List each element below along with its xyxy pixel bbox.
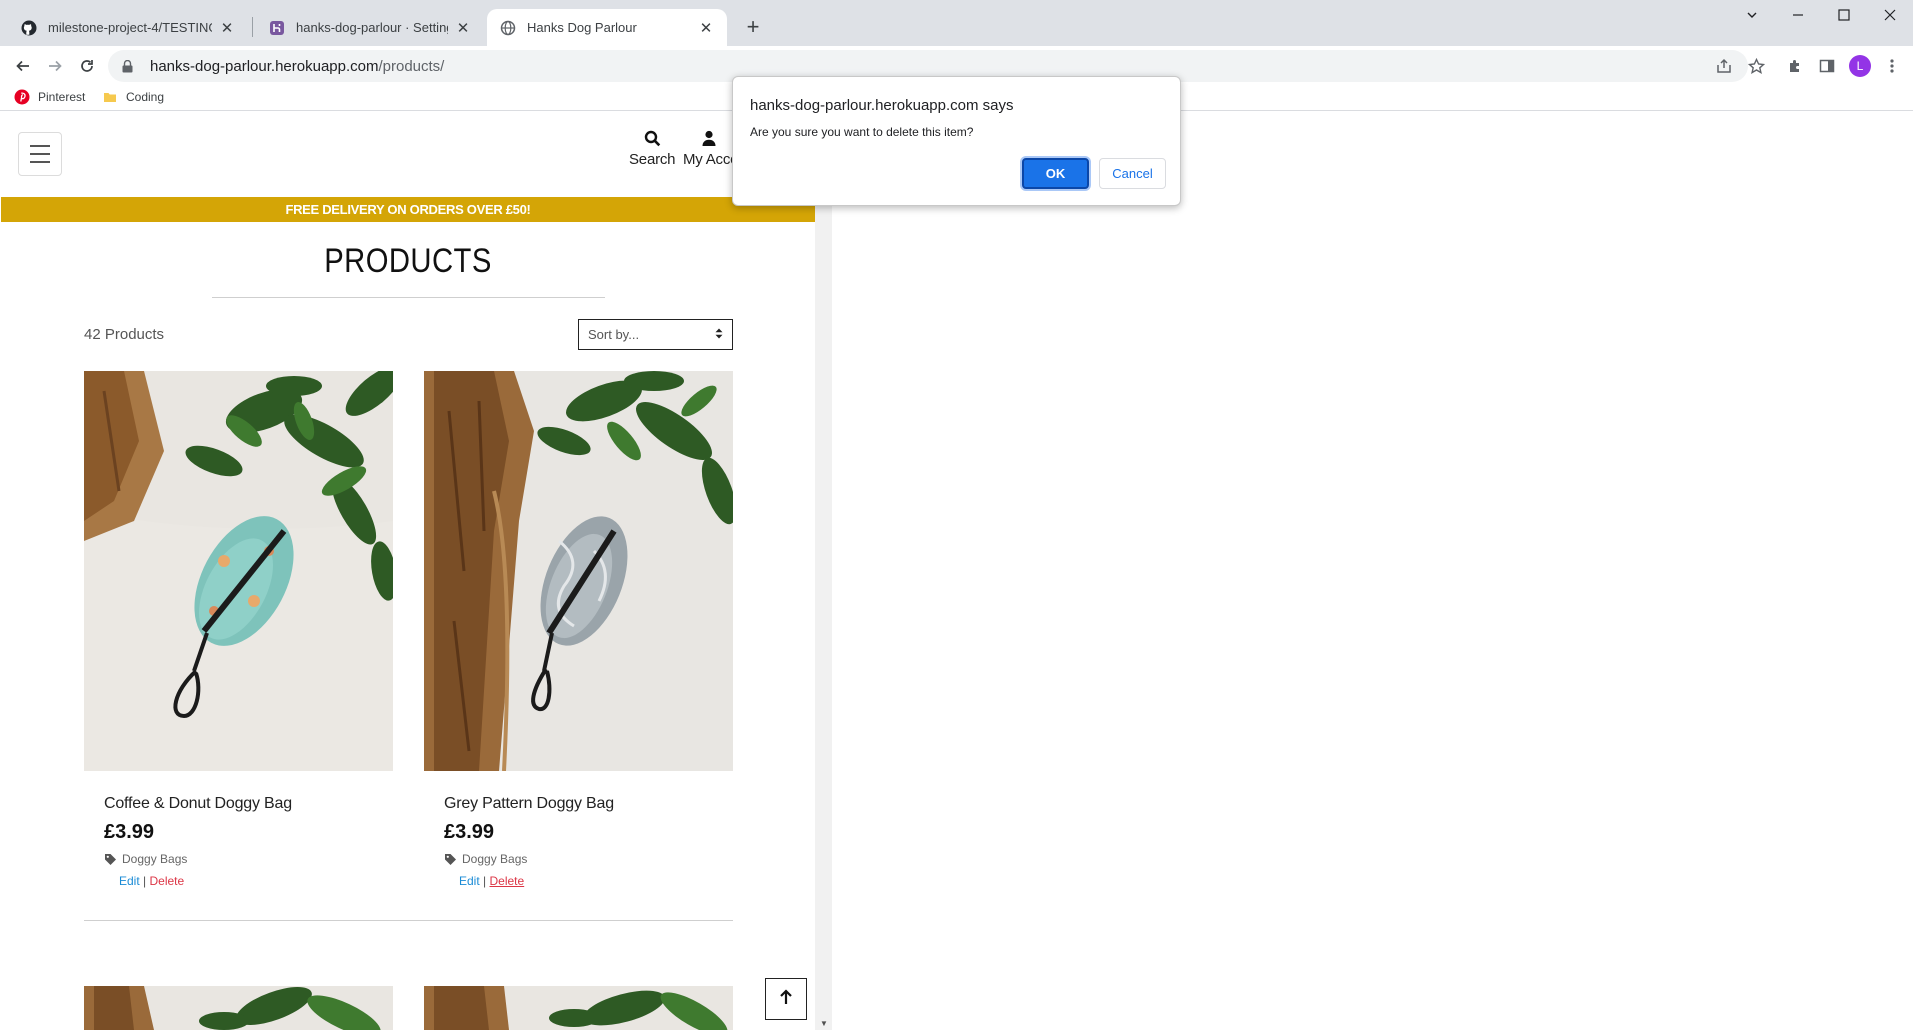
bookmark-coding[interactable]: Coding	[102, 89, 164, 105]
folder-icon	[102, 89, 118, 105]
page-scrollbar[interactable]: ▼	[815, 112, 832, 1030]
account-label: My Account	[683, 151, 735, 168]
close-window-button[interactable]	[1867, 0, 1913, 30]
ok-button[interactable]: OK	[1022, 158, 1089, 189]
dialog-message: Are you sure you want to delete this ite…	[750, 125, 974, 139]
lock-icon[interactable]	[122, 59, 138, 73]
bookmark-label: Coding	[126, 90, 165, 104]
tag-icon	[104, 853, 117, 866]
product-name[interactable]: Coffee & Donut Doggy Bag	[104, 795, 393, 813]
delete-link[interactable]: Delete	[490, 874, 525, 888]
close-icon[interactable]: ✕	[218, 19, 236, 37]
hamburger-line	[30, 153, 50, 155]
close-icon[interactable]: ✕	[697, 19, 715, 37]
sort-placeholder: Sort by...	[588, 327, 640, 342]
product-price: £3.99	[104, 821, 155, 843]
admin-separator: |	[483, 874, 487, 888]
header-search-link[interactable]: Search	[629, 128, 676, 168]
url-path: /products/	[378, 57, 445, 75]
hamburger-line	[30, 161, 50, 163]
product-price: £3.99	[444, 821, 495, 843]
minimize-button[interactable]	[1775, 0, 1821, 30]
edit-link[interactable]: Edit	[459, 874, 480, 888]
delete-link[interactable]: Delete	[150, 874, 185, 888]
back-to-top-button[interactable]	[765, 978, 807, 1020]
hamburger-line	[30, 145, 50, 147]
admin-links: Edit | Delete	[459, 874, 733, 888]
product-image-partial[interactable]	[84, 986, 393, 1030]
header-account-link[interactable]: My Account	[683, 128, 735, 168]
reload-button[interactable]	[73, 52, 101, 80]
product-image[interactable]	[84, 371, 393, 771]
product-category[interactable]: Doggy Bags	[444, 852, 733, 866]
star-icon[interactable]	[1746, 56, 1766, 76]
search-label: Search	[629, 151, 676, 168]
tab-label: Hanks Dog Parlour	[527, 20, 637, 35]
product-category[interactable]: Doggy Bags	[104, 852, 393, 866]
product-image-partial[interactable]	[424, 986, 733, 1030]
category-label: Doggy Bags	[122, 852, 188, 866]
tab-heroku-settings[interactable]: hanks-dog-parlour · Settings | Heroku ✕	[256, 9, 484, 46]
url-text: hanks-dog-parlour.herokuapp.com/products…	[150, 58, 444, 75]
menu-dots-icon[interactable]	[1882, 56, 1902, 76]
new-tab-button[interactable]: +	[739, 13, 767, 41]
side-panel-icon[interactable]	[1817, 56, 1837, 76]
url-host: hanks-dog-parlour.herokuapp.com	[150, 57, 379, 75]
user-icon	[683, 128, 735, 148]
edit-link[interactable]: Edit	[119, 874, 140, 888]
arrow-up-icon	[779, 988, 793, 1010]
product-name[interactable]: Grey Pattern Doggy Bag	[444, 795, 733, 813]
github-icon	[20, 19, 38, 37]
share-icon[interactable]	[1714, 56, 1734, 76]
page-title: PRODUCTS	[324, 242, 492, 280]
confirm-dialog: hanks-dog-parlour.herokuapp.com says Are…	[732, 76, 1181, 206]
site-page: Search My Account FREE DELIVERY ON ORDER…	[1, 112, 815, 1030]
bookmark-pinterest[interactable]: Pinterest	[14, 89, 85, 105]
tab-label: milestone-project-4/TESTING.md	[48, 20, 212, 35]
chevron-down-icon[interactable]	[1729, 0, 1775, 30]
admin-separator: |	[143, 874, 147, 888]
scroll-down-arrow-icon[interactable]: ▼	[820, 1019, 828, 1028]
search-icon	[644, 128, 661, 148]
cancel-button[interactable]: Cancel	[1099, 158, 1166, 189]
tag-icon	[444, 853, 457, 866]
tab-github-testing[interactable]: milestone-project-4/TESTING.md ✕	[8, 9, 248, 46]
sort-select[interactable]: Sort by...	[578, 319, 733, 350]
globe-icon	[499, 19, 517, 37]
title-divider	[212, 297, 605, 298]
tab-separator	[252, 17, 253, 37]
product-card: Coffee & Donut Doggy Bag £3.99 Doggy Bag…	[84, 371, 393, 888]
profile-avatar[interactable]: L	[1849, 55, 1871, 77]
heroku-icon	[268, 19, 286, 37]
pinterest-icon	[14, 89, 30, 105]
forward-button[interactable]	[41, 52, 69, 80]
category-label: Doggy Bags	[462, 852, 528, 866]
product-image[interactable]	[424, 371, 733, 771]
product-card: Grey Pattern Doggy Bag £3.99 Doggy Bags …	[424, 371, 733, 888]
admin-links: Edit | Delete	[119, 874, 393, 888]
row-divider	[84, 920, 733, 921]
delivery-banner: FREE DELIVERY ON ORDERS OVER £50!	[1, 197, 815, 222]
menu-toggle-button[interactable]	[18, 132, 62, 176]
page-viewport: Search My Account FREE DELIVERY ON ORDER…	[0, 112, 1913, 1030]
bookmark-label: Pinterest	[38, 90, 86, 104]
tab-hanks-dog-parlour[interactable]: Hanks Dog Parlour ✕	[487, 9, 727, 46]
sort-arrows-icon	[715, 328, 723, 342]
close-icon[interactable]: ✕	[454, 19, 472, 37]
maximize-button[interactable]	[1821, 0, 1867, 30]
product-count: 42 Products	[84, 326, 165, 343]
back-button[interactable]	[9, 52, 37, 80]
dialog-title: hanks-dog-parlour.herokuapp.com says	[750, 97, 1014, 114]
tab-label: hanks-dog-parlour · Settings | Heroku	[296, 20, 448, 35]
tab-strip: milestone-project-4/TESTING.md ✕ hanks-d…	[0, 0, 1913, 46]
extensions-icon[interactable]	[1785, 56, 1805, 76]
